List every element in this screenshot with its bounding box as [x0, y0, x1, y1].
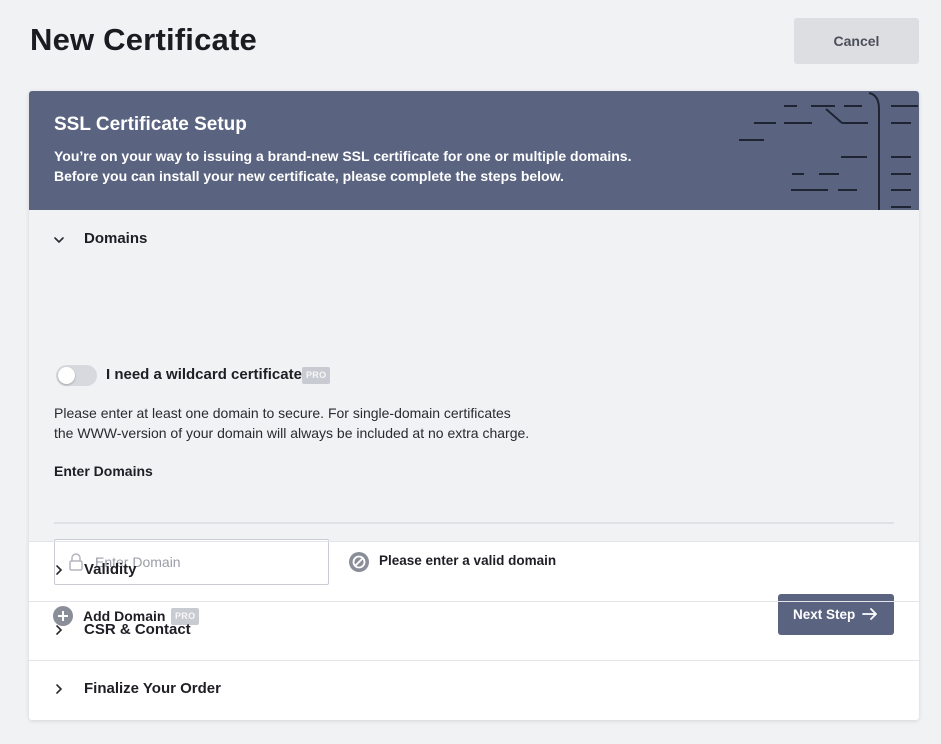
banner-title: SSL Certificate Setup — [54, 114, 247, 136]
wildcard-toggle[interactable] — [56, 365, 97, 386]
cancel-button[interactable]: Cancel — [794, 18, 919, 64]
csr-contact-step-label: CSR & Contact — [84, 621, 191, 638]
validity-step-header[interactable]: Validity — [29, 542, 919, 601]
chevron-right-icon — [51, 562, 67, 578]
code-lines-decoration — [729, 91, 919, 210]
wildcard-label: I need a wildcard certificate — [106, 366, 302, 383]
domain-info-line-1: Please enter at least one domain to secu… — [54, 403, 574, 423]
chevron-right-icon — [51, 681, 67, 697]
validity-step-label: Validity — [84, 561, 137, 578]
page-title: New Certificate — [30, 22, 257, 58]
banner-description: You’re on your way to issuing a brand-ne… — [54, 146, 694, 186]
certificate-setup-card: SSL Certificate Setup You’re on your way… — [29, 91, 919, 720]
domains-step-header[interactable]: Domains — [29, 210, 919, 269]
domains-step-label: Domains — [84, 230, 147, 247]
domain-info-line-2: the WWW-version of your domain will alwa… — [54, 423, 574, 443]
chevron-right-icon — [51, 622, 67, 638]
finalize-order-step-label: Finalize Your Order — [84, 680, 221, 697]
banner-description-line-1: You’re on your way to issuing a brand-ne… — [54, 146, 694, 166]
toggle-knob — [58, 367, 75, 384]
banner-description-line-2: Before you can install your new certific… — [54, 166, 694, 186]
setup-banner: SSL Certificate Setup You’re on your way… — [29, 91, 919, 210]
domain-info-text: Please enter at least one domain to secu… — [54, 403, 574, 443]
finalize-order-step-header[interactable]: Finalize Your Order — [29, 661, 919, 720]
enter-domains-label: Enter Domains — [54, 463, 153, 479]
domains-step: Domains I need a wildcard certificate PR… — [29, 210, 919, 541]
chevron-down-icon — [51, 232, 67, 248]
csr-contact-step-header[interactable]: CSR & Contact — [29, 602, 919, 661]
section-divider — [54, 522, 894, 524]
wildcard-pro-badge: PRO — [302, 367, 330, 384]
